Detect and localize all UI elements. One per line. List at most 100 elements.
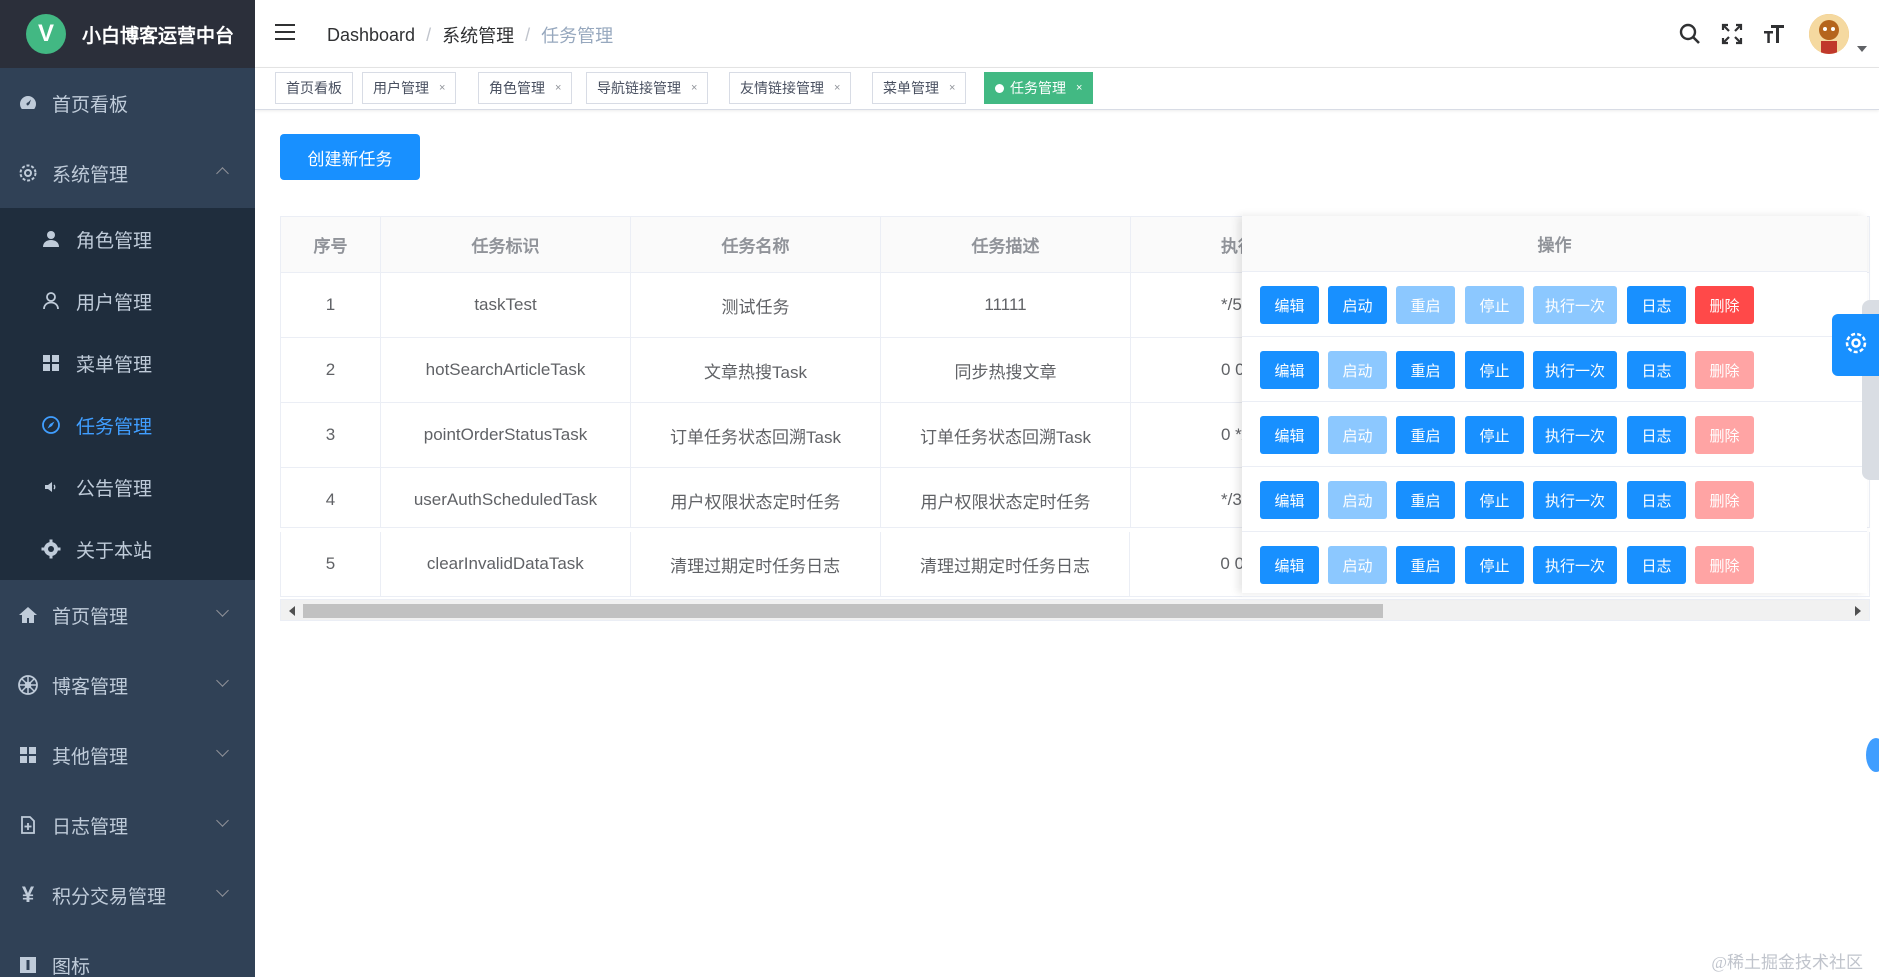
tag-dashboard[interactable]: 首页看板 [275, 72, 353, 104]
font-size-icon[interactable] [1759, 19, 1789, 49]
breadcrumb-home[interactable]: Dashboard [327, 25, 415, 46]
tag-task[interactable]: 任务管理 × [984, 72, 1094, 104]
header-cell: 任务描述 [881, 217, 1131, 273]
sidebar-item-task[interactable]: 任务管理 [0, 394, 255, 456]
delete-button[interactable]: 删除 [1695, 481, 1754, 519]
restart-button[interactable]: 重启 [1396, 481, 1455, 519]
restart-button[interactable]: 重启 [1396, 286, 1455, 324]
operation-row: 编辑 启动 重启 停止 执行一次 日志 删除 [1242, 337, 1867, 402]
sidebar-item-points[interactable]: ¥ 积分交易管理 [0, 860, 255, 930]
tag-user[interactable]: 用户管理 × [362, 72, 457, 104]
tag-label: 友情链接管理 [740, 80, 824, 96]
compass-icon [40, 414, 62, 436]
run-once-button[interactable]: 执行一次 [1533, 416, 1617, 454]
scroll-right-icon[interactable] [1855, 606, 1861, 616]
header-cell: 任务标识 [381, 217, 631, 273]
delete-button[interactable]: 删除 [1695, 351, 1754, 389]
app-logo[interactable]: V 小白博客运营中台 [0, 0, 255, 68]
delete-button[interactable]: 删除 [1695, 416, 1754, 454]
vue-logo-icon: V [26, 14, 66, 54]
start-button[interactable]: 启动 [1328, 481, 1387, 519]
floating-button[interactable] [1866, 738, 1879, 772]
sidebar-item-label: 用户管理 [76, 292, 153, 314]
log-button[interactable]: 日志 [1627, 416, 1686, 454]
edit-button[interactable]: 编辑 [1260, 286, 1319, 324]
start-button[interactable]: 启动 [1328, 351, 1387, 389]
close-icon[interactable]: × [834, 82, 840, 94]
operation-header: 操作 [1242, 216, 1867, 272]
header-cell: 序号 [281, 217, 381, 273]
close-icon[interactable]: × [949, 82, 955, 94]
tag-menu[interactable]: 菜单管理 × [872, 72, 967, 104]
restart-button[interactable]: 重启 [1396, 546, 1455, 584]
sidebar-item-user[interactable]: 用户管理 [0, 270, 255, 332]
start-button[interactable]: 启动 [1328, 416, 1387, 454]
scrollbar-thumb[interactable] [303, 604, 1383, 618]
breadcrumb-parent[interactable]: 系统管理 [442, 22, 514, 48]
close-icon[interactable]: × [691, 82, 697, 94]
settings-toggle[interactable] [1832, 314, 1879, 376]
run-once-button[interactable]: 执行一次 [1533, 286, 1617, 324]
scroll-left-icon[interactable] [289, 606, 295, 616]
tag-friend-link[interactable]: 友情链接管理 × [729, 72, 852, 104]
stop-button[interactable]: 停止 [1465, 416, 1524, 454]
avatar[interactable] [1809, 14, 1849, 54]
sidebar-item-system[interactable]: 系统管理 [0, 138, 255, 208]
cell-desc: 同步热搜文章 [881, 338, 1131, 403]
log-button[interactable]: 日志 [1627, 351, 1686, 389]
stop-button[interactable]: 停止 [1465, 351, 1524, 389]
sidebar-item-log[interactable]: 日志管理 [0, 790, 255, 860]
stop-button[interactable]: 停止 [1465, 546, 1524, 584]
edit-button[interactable]: 编辑 [1260, 351, 1319, 389]
close-icon[interactable]: × [1076, 82, 1082, 94]
edit-button[interactable]: 编辑 [1260, 416, 1319, 454]
sidebar-item-role[interactable]: 角色管理 [0, 208, 255, 270]
sidebar-item-dashboard[interactable]: 首页看板 [0, 68, 255, 138]
run-once-button[interactable]: 执行一次 [1533, 351, 1617, 389]
start-button[interactable]: 启动 [1328, 286, 1387, 324]
stop-button[interactable]: 停止 [1465, 481, 1524, 519]
close-icon[interactable]: × [439, 82, 445, 94]
delete-button[interactable]: 删除 [1695, 286, 1754, 324]
cell-no: 5 [281, 532, 381, 597]
sidebar-item-blog[interactable]: 博客管理 [0, 650, 255, 720]
sidebar-item-other[interactable]: 其他管理 [0, 720, 255, 790]
sidebar-item-home[interactable]: 首页管理 [0, 580, 255, 650]
run-once-button[interactable]: 执行一次 [1533, 481, 1617, 519]
sidebar-item-about[interactable]: 关于本站 [0, 518, 255, 580]
breadcrumb-current: 任务管理 [541, 26, 614, 46]
close-icon[interactable]: × [555, 82, 561, 94]
tag-nav-link[interactable]: 导航链接管理 × [586, 72, 709, 104]
dashboard-icon [16, 91, 40, 115]
sidebar-item-menu[interactable]: 菜单管理 [0, 332, 255, 394]
create-task-button[interactable]: 创建新任务 [280, 134, 420, 180]
active-dot-icon [995, 83, 1004, 93]
start-button[interactable]: 启动 [1328, 546, 1387, 584]
breadcrumb: Dashboard / 系统管理 / 任务管理 [327, 22, 613, 48]
edit-button[interactable]: 编辑 [1260, 546, 1319, 584]
stop-button[interactable]: 停止 [1465, 286, 1524, 324]
tag-role[interactable]: 角色管理 × [478, 72, 573, 104]
log-button[interactable]: 日志 [1627, 546, 1686, 584]
hamburger-icon[interactable] [275, 24, 295, 42]
breadcrumb-separator: / [426, 24, 432, 45]
sidebar-item-icons[interactable]: 图标 [0, 930, 255, 977]
edit-button[interactable]: 编辑 [1260, 481, 1319, 519]
chevron-down-icon [216, 674, 229, 687]
log-button[interactable]: 日志 [1627, 481, 1686, 519]
restart-button[interactable]: 重启 [1396, 416, 1455, 454]
cell-name: 清理过期定时任务日志 [630, 532, 881, 597]
table-horizontal-scrollbar[interactable] [280, 599, 1870, 621]
cell-key: hotSearchArticleTask [381, 338, 631, 403]
cell-key: clearInvalidDataTask [380, 532, 631, 597]
caret-down-icon[interactable] [1857, 46, 1867, 52]
sidebar-item-label: 图标 [52, 956, 91, 977]
restart-button[interactable]: 重启 [1396, 351, 1455, 389]
log-button[interactable]: 日志 [1627, 286, 1686, 324]
fullscreen-icon[interactable] [1717, 19, 1747, 49]
delete-button[interactable]: 删除 [1695, 546, 1754, 584]
run-once-button[interactable]: 执行一次 [1533, 546, 1617, 584]
sidebar-item-notice[interactable]: 公告管理 [0, 456, 255, 518]
search-icon[interactable] [1675, 19, 1705, 49]
chevron-down-icon [216, 814, 229, 827]
